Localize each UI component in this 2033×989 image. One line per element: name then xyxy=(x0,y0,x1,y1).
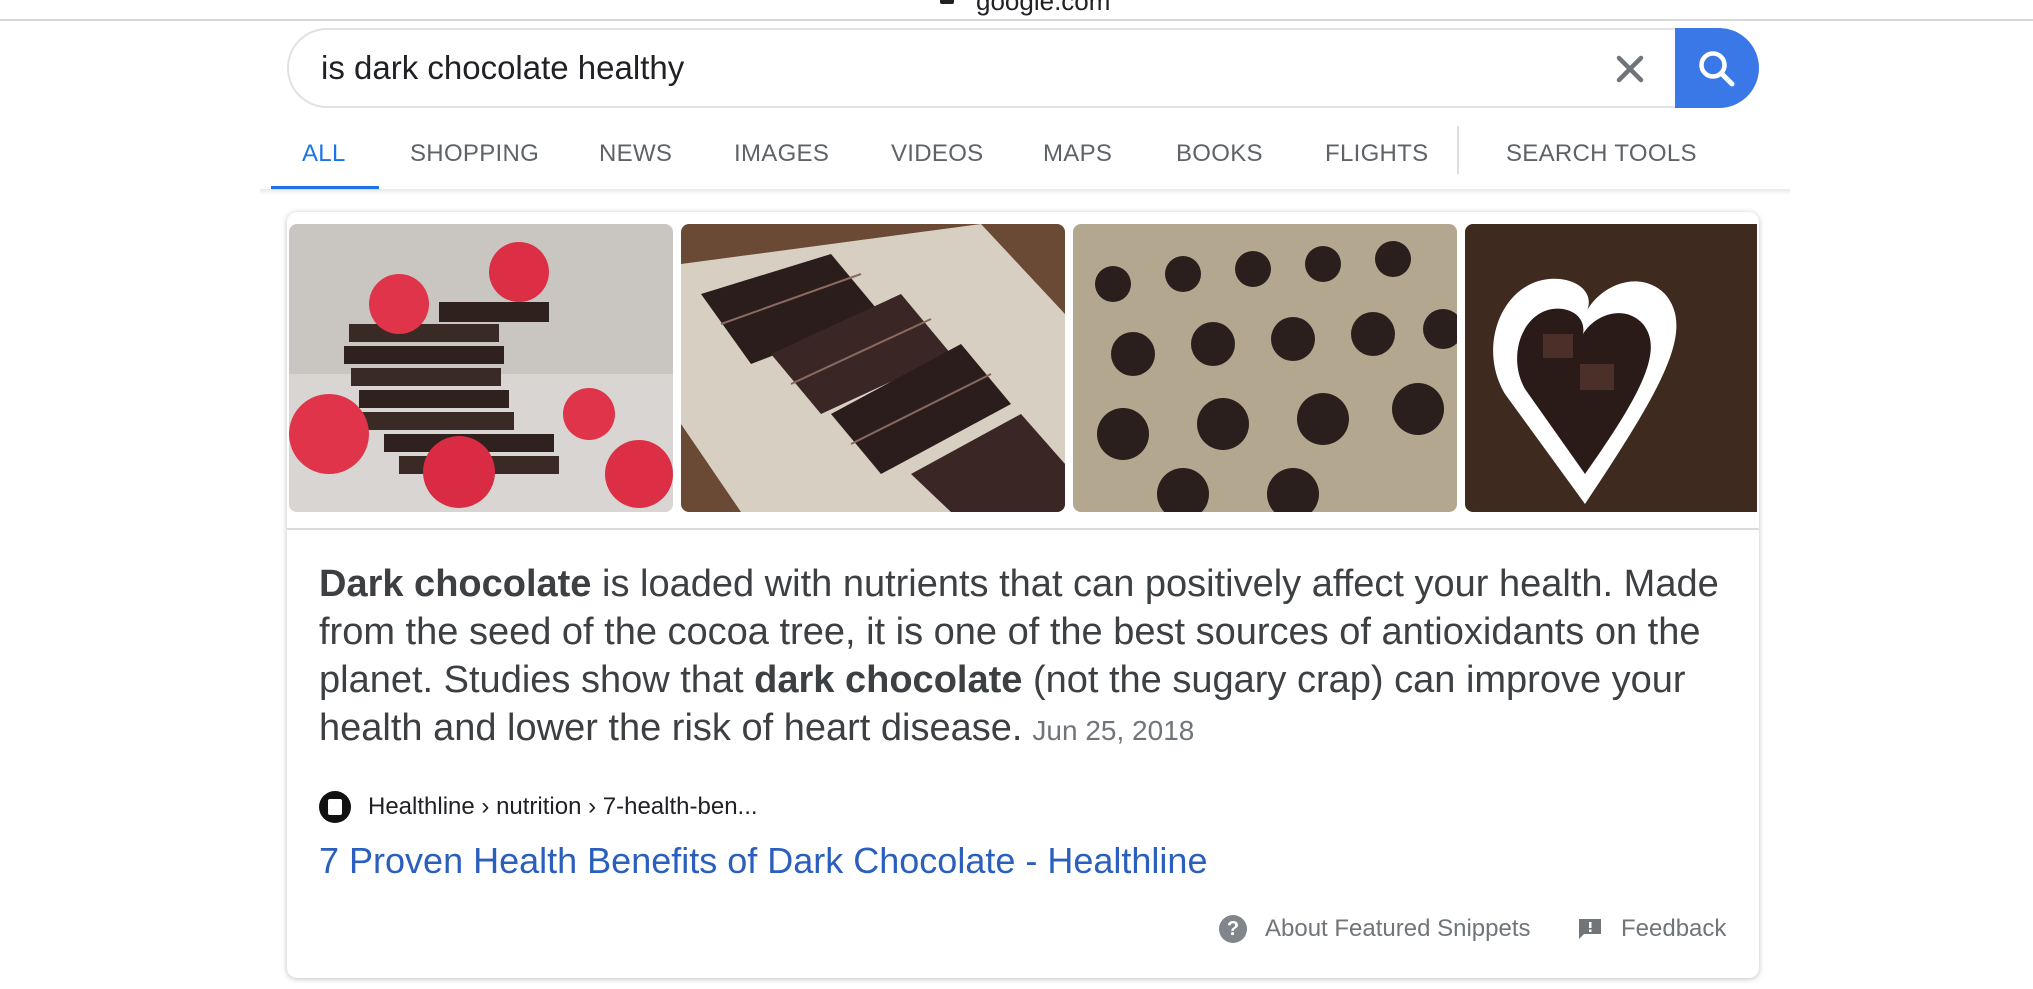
feedback-link[interactable]: Feedback xyxy=(1577,915,1726,943)
healthline-favicon-icon xyxy=(319,791,351,823)
image-thumbnail[interactable] xyxy=(1465,224,1757,512)
source-line: Healthline › nutrition › 7-health-ben... xyxy=(319,790,758,824)
tab-images[interactable]: IMAGES xyxy=(734,140,829,168)
search-button[interactable] xyxy=(1675,28,1759,108)
image-carousel[interactable] xyxy=(289,224,1757,512)
snippet-bold-mid: dark chocolate xyxy=(754,659,1023,701)
snippet-text: Dark chocolate is loaded with nutrients … xyxy=(319,560,1739,755)
snippet-date: Jun 25, 2018 xyxy=(1032,715,1195,746)
feedback-icon xyxy=(1579,919,1601,939)
source-breadcrumb[interactable]: Healthline › nutrition › 7-health-ben... xyxy=(368,793,758,821)
close-icon xyxy=(1616,55,1644,83)
tabs-shadow xyxy=(260,189,1790,195)
help-icon: ? xyxy=(1219,915,1247,943)
featured-snippet-card: Dark chocolate is loaded with nutrients … xyxy=(287,212,1759,978)
tab-shopping[interactable]: SHOPPING xyxy=(410,140,539,168)
tab-maps[interactable]: MAPS xyxy=(1043,140,1112,168)
tab-all[interactable]: ALL xyxy=(302,140,346,168)
tab-divider xyxy=(1457,126,1459,174)
tab-search-tools[interactable]: SEARCH TOOLS xyxy=(1506,140,1697,168)
image-thumbnail[interactable] xyxy=(681,224,1065,512)
about-featured-snippets-link[interactable]: ? About Featured Snippets xyxy=(1219,915,1531,943)
tab-books[interactable]: BOOKS xyxy=(1176,140,1263,168)
result-title-link[interactable]: 7 Proven Health Benefits of Dark Chocola… xyxy=(319,840,1207,882)
clear-search-button[interactable] xyxy=(1600,46,1660,92)
snippet-bold-lead: Dark chocolate xyxy=(319,563,592,605)
search-tabs: ALL SHOPPING NEWS IMAGES VIDEOS MAPS BOO… xyxy=(270,120,1790,190)
browser-url: google.com xyxy=(976,0,1111,16)
image-thumbnail[interactable] xyxy=(1073,224,1457,512)
tab-news[interactable]: NEWS xyxy=(599,140,672,168)
search-icon xyxy=(1699,51,1735,87)
feedback-label: Feedback xyxy=(1621,915,1727,942)
about-featured-snippets-label: About Featured Snippets xyxy=(1265,915,1531,942)
browser-address-bar[interactable]: google.com xyxy=(0,0,2033,21)
tab-videos[interactable]: VIDEOS xyxy=(891,140,984,168)
card-divider xyxy=(287,528,1759,530)
tab-flights[interactable]: FLIGHTS xyxy=(1325,140,1428,168)
image-thumbnail[interactable] xyxy=(289,224,673,512)
search-box[interactable] xyxy=(287,28,1757,108)
search-input[interactable] xyxy=(321,30,1521,106)
